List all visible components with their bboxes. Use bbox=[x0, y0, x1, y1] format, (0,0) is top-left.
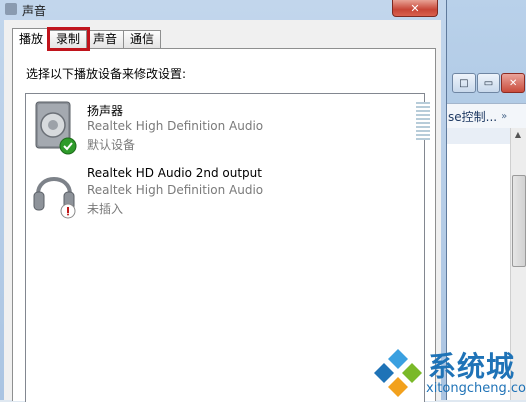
device-description: Realtek High Definition Audio bbox=[87, 119, 264, 133]
device-list: 扬声器 Realtek High Definition Audio 默认设备 R… bbox=[25, 93, 430, 402]
list-item[interactable]: 扬声器 Realtek High Definition Audio 默认设备 bbox=[30, 100, 410, 160]
watermark-text: 系统城 bbox=[428, 350, 516, 383]
background-toolbar: se控制... » bbox=[446, 103, 526, 129]
background-window-caption-buttons: □ ▭ ✕ bbox=[452, 73, 526, 93]
watermark: 系统城 xitongcheng.com bbox=[370, 345, 526, 400]
tab-communications[interactable]: 通信 bbox=[124, 30, 162, 48]
background-header-strip bbox=[446, 128, 510, 144]
tab-bar: 播放 录制 声音 通信 bbox=[12, 27, 162, 51]
diamond-logo-icon bbox=[374, 349, 422, 397]
title-bar[interactable]: 声音 ✕ bbox=[0, 0, 446, 20]
instruction-text: 选择以下播放设备来修改设置: bbox=[26, 67, 187, 81]
background-close-button[interactable]: ✕ bbox=[501, 73, 526, 93]
close-button[interactable]: ✕ bbox=[392, 0, 438, 17]
list-item[interactable]: Realtek HD Audio 2nd output Realtek High… bbox=[30, 164, 410, 224]
window-title: 声音 bbox=[22, 4, 47, 18]
watermark-url: xitongcheng.com bbox=[426, 381, 526, 396]
device-name: 扬声器 bbox=[87, 104, 124, 118]
scroll-up-icon[interactable]: ▲ bbox=[511, 130, 525, 144]
device-name: Realtek HD Audio 2nd output bbox=[87, 166, 262, 180]
restore-button[interactable]: □ bbox=[452, 73, 476, 93]
device-description: Realtek High Definition Audio bbox=[87, 183, 264, 197]
volume-level-meter bbox=[416, 102, 430, 140]
dialog-client-area: 播放 录制 声音 通信 选择以下播放设备来修改设置: 扬声器 Realtek H… bbox=[4, 20, 441, 402]
headphones-icon bbox=[33, 177, 76, 219]
chevron-right-icon[interactable]: » bbox=[501, 111, 507, 122]
tab-playback[interactable]: 播放 bbox=[12, 28, 51, 49]
speaker-icon bbox=[35, 101, 77, 155]
speaker-app-icon bbox=[5, 3, 17, 15]
maximize-button[interactable]: ▭ bbox=[476, 73, 501, 93]
device-status: 未插入 bbox=[87, 202, 124, 216]
toolbar-link[interactable]: se控制... bbox=[448, 108, 497, 125]
scrollbar-thumb[interactable] bbox=[512, 175, 526, 267]
default-check-icon bbox=[59, 137, 77, 155]
tab-recording[interactable]: 录制 bbox=[47, 27, 91, 51]
tab-sounds[interactable]: 声音 bbox=[87, 30, 125, 48]
device-status: 默认设备 bbox=[87, 138, 136, 152]
sound-dialog: 声音 ✕ 播放 录制 声音 通信 选择以下播放设备来修改设置: 扬声器 Real… bbox=[0, 0, 447, 402]
